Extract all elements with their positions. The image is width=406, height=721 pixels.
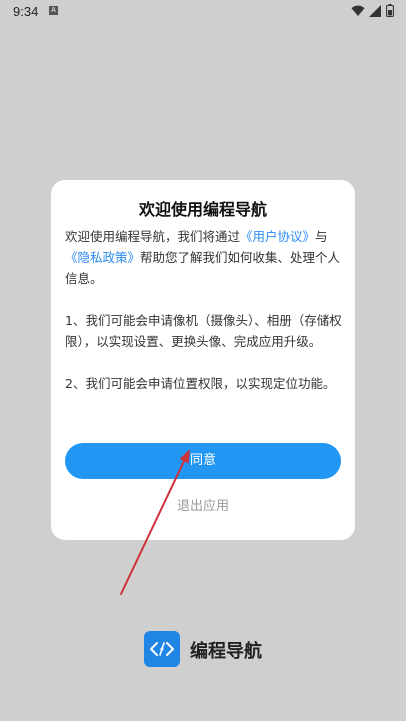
status-time: 9:34	[13, 4, 39, 19]
privacy-dialog: 欢迎使用编程导航 欢迎使用编程导航，我们将通过《用户协议》与《隐私政策》帮助您了…	[51, 180, 355, 540]
agree-button[interactable]: 同意	[65, 443, 341, 479]
dialog-title: 欢迎使用编程导航	[138, 200, 267, 219]
wifi-icon	[351, 5, 365, 16]
signal-icon	[369, 5, 381, 17]
status-bar: 9:34 A	[0, 0, 406, 24]
intro-prefix: 欢迎使用编程导航，我们将通过	[65, 229, 241, 244]
dialog-body: 欢迎使用编程导航，我们将通过《用户协议》与《隐私政策》帮助您了解我们如何收集、处…	[65, 226, 343, 415]
permission-point-2: 2、我们可能会申请位置权限，以实现定位功能。	[65, 376, 336, 391]
user-agreement-link[interactable]: 《用户协议》	[240, 229, 315, 244]
intro-paragraph: 欢迎使用编程导航，我们将通过《用户协议》与《隐私政策》帮助您了解我们如何收集、处…	[65, 226, 343, 289]
permission-point-1: 1、我们可能会申请像机（摄像头）、相册（存储权限），以实现设置、更换头像、完成应…	[65, 313, 342, 349]
code-brackets-icon	[144, 631, 180, 667]
battery-icon	[386, 4, 394, 17]
intro-and: 与	[315, 229, 328, 244]
privacy-policy-link[interactable]: 《隐私政策》	[65, 250, 140, 265]
brand-name: 编程导航	[190, 641, 262, 662]
notification-a-icon: A	[49, 6, 58, 15]
exit-app-button[interactable]: 退出应用	[51, 495, 355, 514]
